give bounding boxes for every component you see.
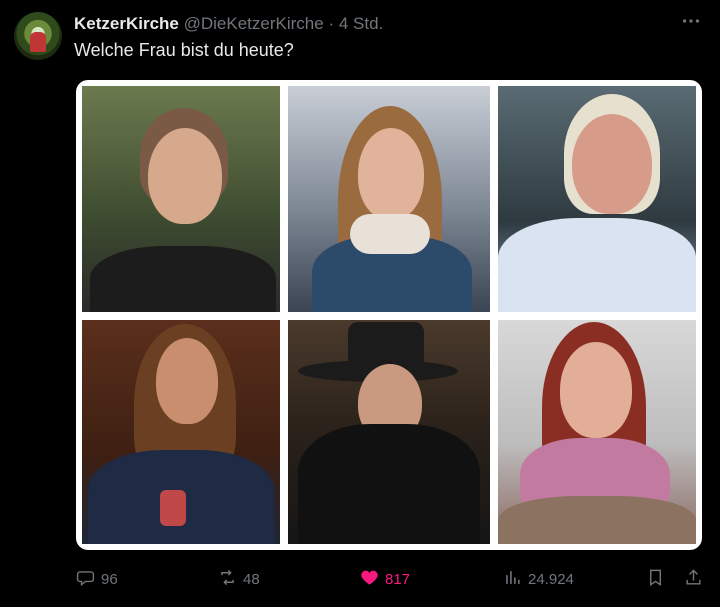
more-icon[interactable] xyxy=(680,10,702,38)
tweet-header: KetzerKirche @DieKetzerKirche · 4 Std. xyxy=(74,14,383,34)
photo-3[interactable] xyxy=(498,86,696,312)
views-icon xyxy=(503,568,522,591)
author-name[interactable]: KetzerKirche xyxy=(74,14,179,33)
share-button[interactable] xyxy=(684,568,703,591)
like-count: 817 xyxy=(385,571,411,588)
photo-2[interactable] xyxy=(288,86,490,312)
photo-4[interactable] xyxy=(82,320,280,544)
views-button[interactable]: 24.924 xyxy=(503,568,574,591)
separator-dot: · xyxy=(328,14,335,33)
reply-count: 96 xyxy=(101,571,118,588)
timestamp[interactable]: 4 Std. xyxy=(339,14,383,33)
views-count: 24.924 xyxy=(528,571,574,588)
image-grid[interactable] xyxy=(76,80,702,550)
reply-icon xyxy=(76,568,95,591)
retweet-count: 48 xyxy=(243,571,260,588)
photo-1[interactable] xyxy=(82,86,280,312)
action-bar: 96 48 817 24.924 xyxy=(0,568,720,594)
tweet-text: Welche Frau bist du heute? xyxy=(74,40,294,60)
author-handle[interactable]: @DieKetzerKirche xyxy=(184,14,324,33)
reply-button[interactable]: 96 xyxy=(76,568,118,591)
like-icon xyxy=(360,568,379,591)
share-icon xyxy=(684,568,703,591)
photo-6[interactable] xyxy=(498,320,696,544)
bookmark-button[interactable] xyxy=(646,568,665,591)
photo-5[interactable] xyxy=(288,320,490,544)
retweet-icon xyxy=(218,568,237,591)
like-button[interactable]: 817 xyxy=(360,568,410,591)
retweet-button[interactable]: 48 xyxy=(218,568,260,591)
bookmark-icon xyxy=(646,568,665,591)
avatar[interactable] xyxy=(14,12,62,60)
